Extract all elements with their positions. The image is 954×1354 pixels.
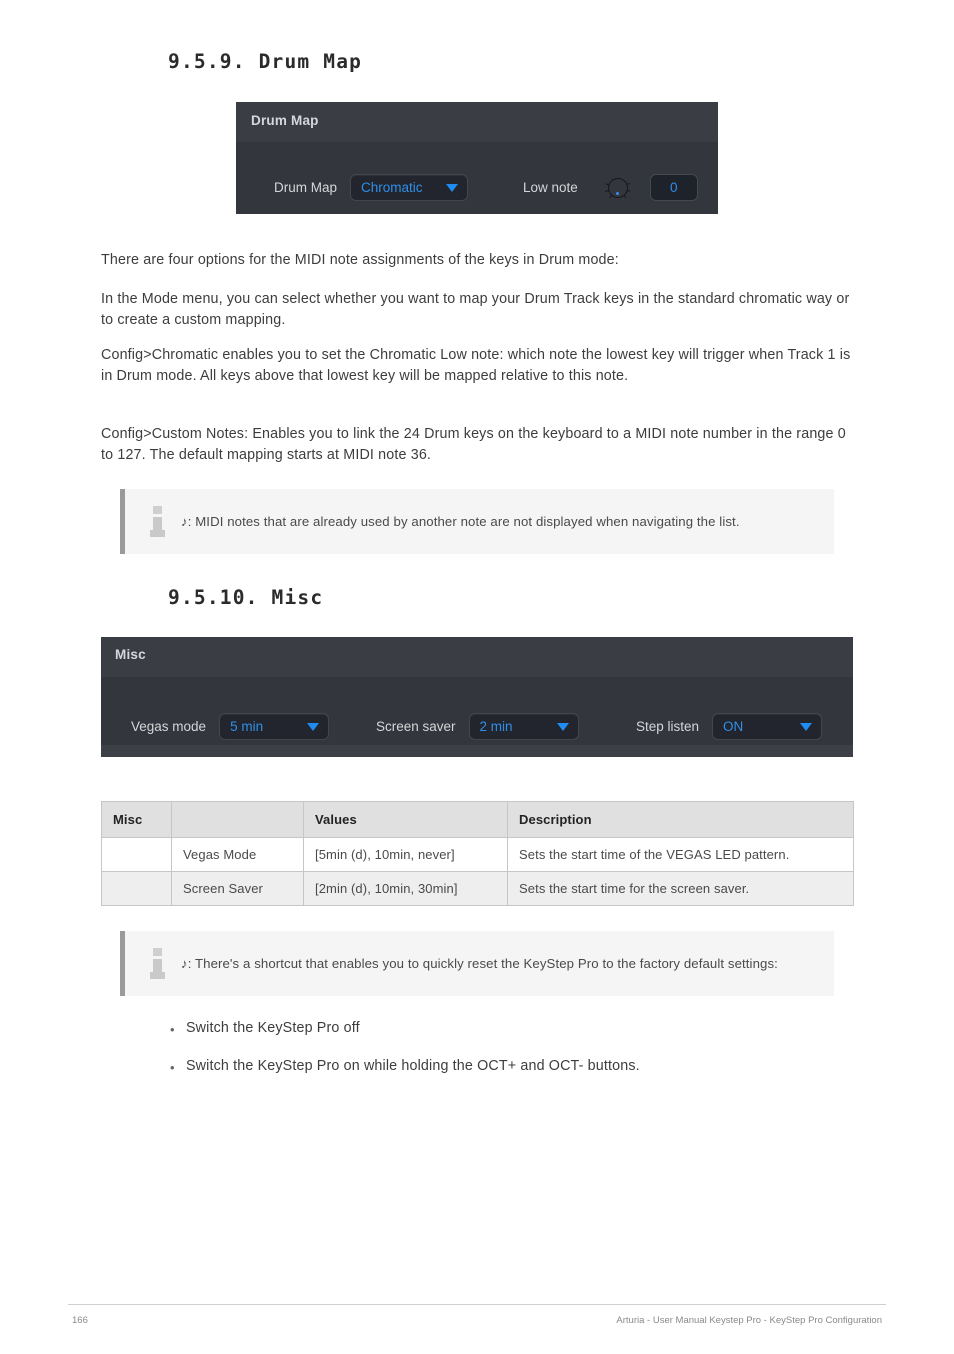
table-cell-name: Vegas Mode [171,837,304,872]
paragraph-config-chromatic: Config>Chromatic enables you to set the … [101,347,851,384]
info-icon [149,504,171,540]
drum-map-panel: Drum Map Drum Map Chromatic Low note 0 [236,102,718,214]
drum-map-control-row: Drum Map Chromatic [274,174,469,201]
misc-panel: Misc Vegas mode 5 min Screen saver 2 min… [101,637,853,757]
table-header-blank [171,801,304,838]
section-heading-misc: 9.5.10. Misc [168,586,324,609]
vegas-mode-control-row: Vegas mode 5 min [131,713,330,740]
table-cell-group [101,837,172,872]
step-listen-control-row: Step listen ON [636,713,823,740]
table-cell-group [101,871,172,906]
list-item: • Switch the KeyStep Pro off [170,1020,860,1040]
list-item-label: Switch the KeyStep Pro on while holding … [186,1058,640,1074]
list-item: • Switch the KeyStep Pro on while holdin… [170,1058,860,1078]
info-icon-dot [153,947,162,956]
paragraph-mode-menu: In the Mode menu, you can select whether… [101,291,850,328]
list-item-label: Switch the KeyStep Pro off [186,1020,360,1036]
footer-manual-title: Arturia - User Manual Keystep Pro - KeyS… [616,1315,882,1326]
info-icon-base [150,971,165,979]
table-cell-values: [5min (d), 10min, never] [303,837,508,872]
table-header-values: Values [303,801,508,838]
vegas-mode-dropdown[interactable]: 5 min [219,713,330,740]
step-listen-dropdown[interactable]: ON [712,713,823,740]
misc-panel-footer-strip [101,745,853,757]
bullet-marker-icon: • [170,1022,175,1037]
info-icon [149,946,171,982]
drum-map-dropdown-value: Chromatic [361,180,423,195]
screen-saver-dropdown[interactable]: 2 min [468,713,579,740]
drum-map-panel-title: Drum Map [251,113,319,128]
info-icon-dot [153,505,162,514]
table-header-description: Description [507,801,854,838]
info-note-text: ♪: There's a shortcut that enables you t… [181,956,778,971]
table-cell-description: Sets the start time for the screen saver… [507,871,854,906]
table-header-row: Misc Values Description [101,801,854,838]
knob-indicator-dot [615,191,619,195]
paragraph-intro: There are four options for the MIDI note… [101,252,619,268]
table-cell-values: [2min (d), 10min, 30min] [303,871,508,906]
info-note-text: ♪: MIDI notes that are already used by a… [181,514,740,529]
low-note-value: 0 [670,180,678,195]
screen-saver-control-row: Screen saver 2 min [376,713,579,740]
low-note-label: Low note [523,180,578,195]
low-note-knob[interactable] [605,175,631,201]
chevron-down-icon [307,722,320,731]
info-note-box-midi-notes: ♪: MIDI notes that are already used by a… [120,489,834,554]
misc-spec-table: Misc Values Description Vegas Mode [5min… [101,801,854,906]
table-header-misc: Misc [101,801,172,838]
screen-saver-label: Screen saver [376,719,456,734]
document-page: 9.5.9. Drum Map Drum Map Drum Map Chroma… [0,0,954,1354]
low-note-control-row: Low note 0 [523,174,698,201]
low-note-value-box[interactable]: 0 [649,174,698,201]
drum-map-dropdown[interactable]: Chromatic [350,174,469,201]
knob-body [607,177,628,198]
drum-map-field-label: Drum Map [274,180,338,195]
chevron-down-icon [556,722,569,731]
chevron-down-icon [446,183,459,192]
misc-panel-header [101,637,853,677]
paragraph-config-custom-notes: Config>Custom Notes: Enables you to link… [101,426,846,463]
section-heading-drum-map: 9.5.9. Drum Map [168,50,363,73]
info-note-box-factory-reset: ♪: There's a shortcut that enables you t… [120,931,834,996]
vegas-mode-label: Vegas mode [131,719,207,734]
bullet-marker-icon: • [170,1060,175,1075]
chevron-down-icon [800,722,813,731]
step-listen-dropdown-value: ON [723,719,744,734]
table-row: Screen Saver [2min (d), 10min, 30min] Se… [101,871,854,906]
info-icon-base [150,529,165,537]
table-cell-name: Screen Saver [171,871,304,906]
footer-page-number: 166 [72,1315,88,1326]
vegas-mode-dropdown-value: 5 min [230,719,264,734]
misc-panel-title: Misc [115,647,146,662]
table-row: Vegas Mode [5min (d), 10min, never] Sets… [101,837,854,872]
table-cell-description: Sets the start time of the VEGAS LED pat… [507,837,854,872]
footer-divider [68,1304,886,1305]
step-listen-label: Step listen [636,719,700,734]
screen-saver-dropdown-value: 2 min [479,719,513,734]
